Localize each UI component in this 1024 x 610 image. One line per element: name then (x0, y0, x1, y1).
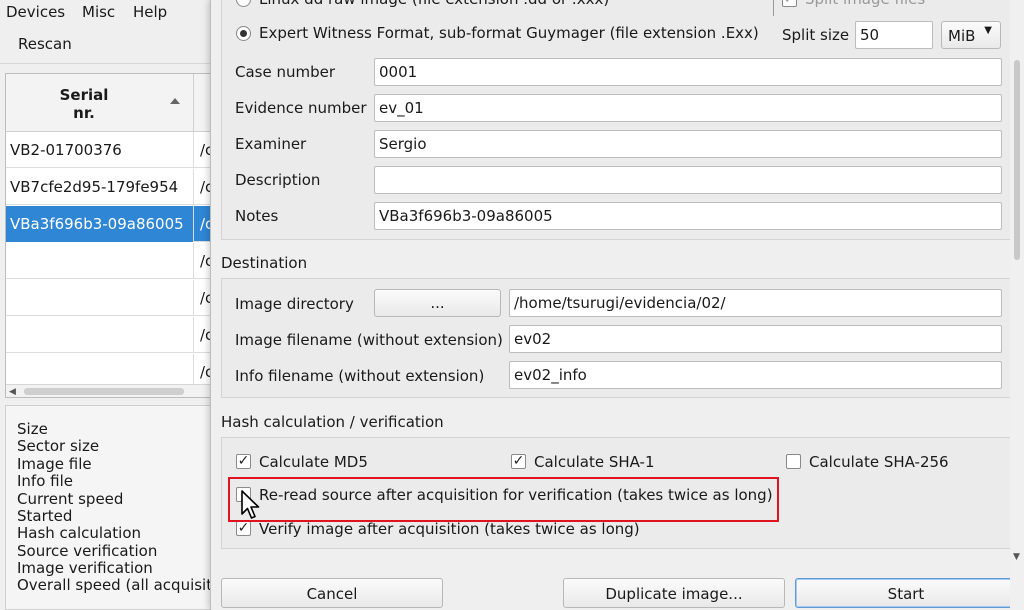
table-row[interactable]: VB2-01700376 /c (6, 132, 212, 168)
table-row[interactable]: /c (6, 317, 212, 353)
info-label-source-verification: Source verification (17, 542, 158, 560)
radio-linux-dd-label: Linux dd raw image (file extension .dd o… (259, 0, 609, 8)
serial-cell (6, 317, 194, 353)
image-directory-label: Image directory (235, 295, 354, 313)
scrollbar-thumb[interactable] (1014, 60, 1020, 260)
rescan-button[interactable]: Rescan (18, 35, 72, 53)
sort-ascending-icon (170, 98, 180, 104)
scroll-down-icon[interactable]: ▼ (1013, 552, 1020, 562)
image-filename-label: Image filename (without extension) (235, 331, 503, 349)
description-label: Description (235, 171, 321, 189)
split-unit-value: MiB (948, 27, 976, 45)
sha1-label: Calculate SHA-1 (534, 453, 655, 471)
split-size-input[interactable]: 50 (855, 21, 933, 49)
scroll-left-icon[interactable]: ◀ (9, 387, 16, 397)
device-table: Serial nr. VB2-01700376 /c VB7cfe2d95-17… (5, 73, 213, 398)
examiner-label: Examiner (235, 135, 307, 153)
column-header-serial[interactable]: Serial nr. (6, 74, 194, 132)
info-filename-label: Info filename (without extension) (235, 367, 485, 385)
notes-input[interactable]: VBa3f696b3-09a86005 (374, 202, 1002, 230)
image-filename-input[interactable]: ev02 (509, 325, 1002, 353)
info-label-sector-size: Sector size (17, 437, 100, 455)
radio-expert-witness-label: Expert Witness Format, sub-format Guymag… (259, 24, 759, 42)
notes-label: Notes (235, 207, 279, 225)
destination-title: Destination (221, 254, 308, 272)
serial-cell: VBa3f696b3-09a86005 (6, 206, 194, 242)
horizontal-scrollbar[interactable]: ◀ (6, 384, 212, 397)
scrollbar-thumb[interactable] (24, 388, 184, 395)
info-label-image-verification: Image verification (17, 559, 153, 577)
duplicate-image-button[interactable]: Duplicate image... (563, 578, 785, 608)
cancel-button[interactable]: Cancel (221, 578, 443, 608)
description-input[interactable] (374, 166, 1002, 194)
image-directory-input[interactable]: /home/tsurugi/evidencia/02/ (509, 289, 1002, 317)
info-label-info-file: Info file (17, 472, 74, 490)
info-label-hash-calculation: Hash calculation (17, 524, 142, 542)
hash-title: Hash calculation / verification (221, 413, 444, 431)
checkbox-split-files[interactable]: ✓ (782, 0, 797, 7)
case-number-label: Case number (235, 63, 336, 81)
verify-image-label: Verify image after acquisition (takes tw… (259, 520, 640, 538)
serial-cell: VB2-01700376 (6, 132, 194, 168)
serial-cell (6, 280, 194, 316)
toolbar: Rescan (0, 26, 215, 64)
info-label-started: Started (17, 507, 73, 525)
separator (773, 0, 774, 16)
info-label-current-speed: Current speed (17, 490, 124, 508)
checkbox-sha256[interactable] (786, 454, 801, 469)
info-label-overall-speed: Overall speed (all acquisit (17, 576, 213, 594)
evidence-number-input[interactable]: ev_01 (374, 94, 1002, 122)
menubar: Devices Misc Help (0, 0, 215, 26)
evidence-number-label: Evidence number (235, 99, 367, 117)
table-row[interactable]: /c (6, 280, 212, 316)
highlight-annotation-box (228, 477, 779, 522)
browse-directory-button[interactable]: ... (374, 289, 501, 317)
case-number-input[interactable]: 0001 (374, 58, 1002, 86)
info-label-image-file: Image file (17, 455, 92, 473)
sha256-label: Calculate SHA-256 (809, 453, 949, 471)
md5-label: Calculate MD5 (259, 453, 368, 471)
chevron-down-icon: ▼ (984, 25, 992, 36)
checkbox-md5[interactable]: ✓ (236, 454, 251, 469)
device-info-panel: Size Sector size Image file Info file Cu… (5, 405, 213, 610)
table-row[interactable]: /c (6, 243, 212, 279)
examiner-input[interactable]: Sergio (374, 130, 1002, 158)
table-row[interactable]: VB7cfe2d95-179fe954 /c (6, 169, 212, 205)
table-header: Serial nr. (6, 74, 212, 132)
mouse-pointer-icon (241, 490, 260, 519)
column-header-serial-label: Serial nr. (59, 86, 109, 122)
menu-help[interactable]: Help (133, 3, 167, 21)
table-row-selected[interactable]: VBa3f696b3-09a86005 /c (6, 206, 212, 242)
checkbox-verify-image[interactable]: ✓ (236, 521, 251, 536)
dialog-vertical-scrollbar[interactable]: ▼ (1010, 0, 1024, 610)
serial-cell (6, 243, 194, 279)
info-filename-input[interactable]: ev02_info (509, 361, 1002, 389)
split-files-label: Split image files (805, 0, 925, 8)
menu-misc[interactable]: Misc (82, 3, 115, 21)
radio-expert-witness[interactable] (236, 26, 251, 41)
checkbox-sha1[interactable]: ✓ (511, 454, 526, 469)
info-label-size: Size (17, 420, 48, 438)
start-button[interactable]: Start (795, 578, 1017, 608)
serial-cell: VB7cfe2d95-179fe954 (6, 169, 194, 205)
split-size-label: Split size (782, 26, 850, 44)
split-unit-select[interactable]: MiB ▼ (941, 21, 1001, 49)
menu-devices[interactable]: Devices (6, 3, 65, 21)
